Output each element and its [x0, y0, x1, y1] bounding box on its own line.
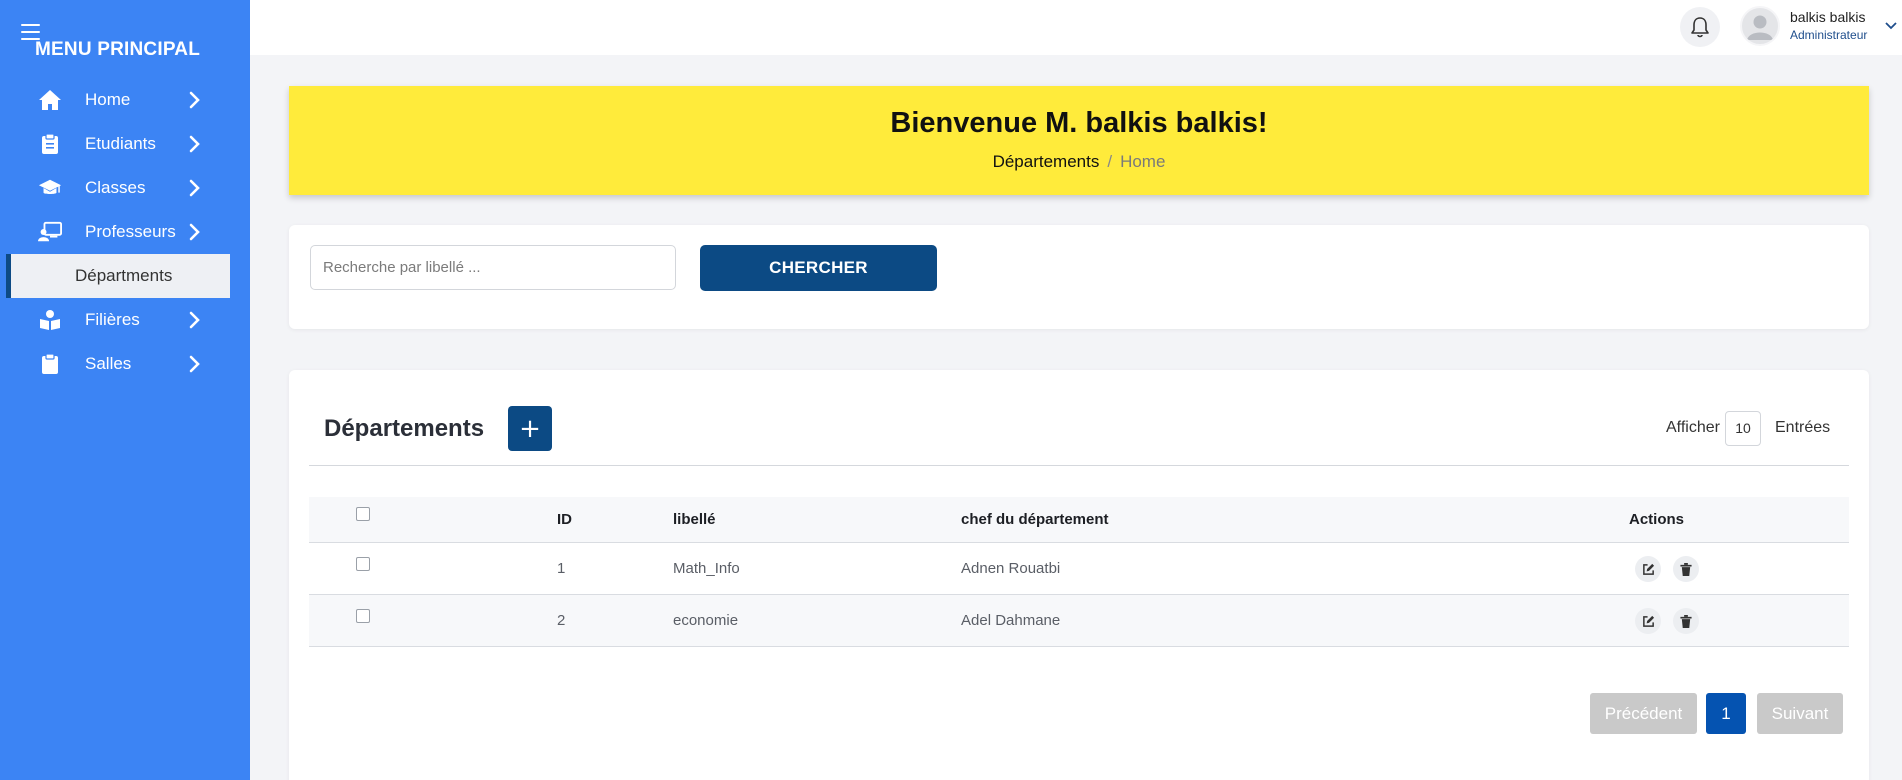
welcome-banner: Bienvenue M. balkis balkis! Départements… — [289, 86, 1869, 195]
departments-card: Départements + Afficher 10 Entrées ID li… — [289, 370, 1869, 780]
table-row: 2 economie Adel Dahmane — [309, 595, 1849, 647]
departments-table: ID libellé chef du département Actions 1… — [309, 497, 1849, 647]
delete-button[interactable] — [1673, 608, 1699, 634]
chevron-down-icon[interactable] — [1884, 20, 1898, 32]
cell-libelle: Math_Info — [673, 560, 740, 577]
user-name[interactable]: balkis balkis — [1790, 9, 1865, 25]
cell-chef: Adel Dahmane — [961, 612, 1061, 629]
sidebar-item-label: Classes — [85, 178, 146, 197]
column-header-chef: chef du département — [961, 511, 1109, 528]
table-header-row: ID libellé chef du département Actions — [309, 497, 1849, 543]
entries-label: Entrées — [1775, 419, 1831, 436]
sidebar-item-label: Etudiants — [85, 134, 156, 153]
cell-id: 1 — [557, 560, 566, 577]
sidebar-item-label: Filières — [85, 310, 140, 329]
column-header-actions: Actions — [1629, 511, 1685, 528]
sidebar: MENU PRINCIPAL Home Etudiants Classes Pr… — [0, 0, 250, 780]
reader-icon — [38, 308, 62, 332]
search-input[interactable] — [310, 245, 676, 290]
search-card: CHERCHER — [289, 225, 1869, 329]
teacher-icon — [38, 220, 62, 244]
sidebar-nav: Home Etudiants Classes Professeurs Dépar… — [0, 78, 250, 386]
breadcrumb-separator: / — [1107, 152, 1113, 171]
menu-title: MENU PRINCIPAL — [35, 39, 201, 60]
delete-button[interactable] — [1673, 556, 1699, 582]
sidebar-subitem-label: Départments — [75, 266, 173, 285]
sidebar-subitem-departments[interactable]: Départments — [6, 254, 230, 298]
user-role: Administrateur — [1790, 28, 1868, 42]
row-checkbox[interactable] — [356, 609, 370, 623]
column-header-libelle: libellé — [673, 511, 716, 528]
cell-id: 2 — [557, 612, 566, 629]
chevron-right-icon — [189, 91, 200, 109]
chevron-right-icon — [189, 135, 200, 153]
edit-button[interactable] — [1635, 556, 1661, 582]
edit-icon — [1642, 563, 1654, 575]
clipboard-icon — [38, 132, 62, 156]
table-row: 1 Math_Info Adnen Rouatbi — [309, 543, 1849, 595]
chevron-right-icon — [189, 355, 200, 373]
trash-icon — [1680, 562, 1692, 576]
sidebar-item-classes[interactable]: Classes — [0, 166, 250, 210]
section-title: Départements — [324, 415, 485, 442]
cell-libelle: economie — [673, 612, 739, 629]
edit-icon — [1642, 615, 1654, 627]
search-button[interactable]: CHERCHER — [700, 245, 937, 291]
page-title: Bienvenue M. balkis balkis! — [890, 107, 1268, 139]
sidebar-item-etudiants[interactable]: Etudiants — [0, 122, 250, 166]
cell-chef: Adnen Rouatbi — [961, 560, 1061, 577]
sidebar-item-salles[interactable]: Salles — [0, 342, 250, 386]
chevron-right-icon — [189, 311, 200, 329]
sidebar-item-filieres[interactable]: Filières — [0, 298, 250, 342]
breadcrumb: Départements / Home — [289, 152, 1869, 172]
graduation-cap-icon — [38, 176, 62, 200]
clipboard-icon — [38, 352, 62, 376]
divider — [309, 465, 1849, 466]
sidebar-item-home[interactable]: Home — [0, 78, 250, 122]
breadcrumb-current: Départements — [992, 152, 1100, 171]
add-department-button[interactable]: + — [508, 406, 552, 451]
trash-icon — [1680, 614, 1692, 628]
hamburger-menu-icon[interactable] — [21, 24, 40, 40]
notification-bell-icon[interactable] — [1680, 7, 1720, 47]
previous-page-button[interactable]: Précédent — [1590, 693, 1697, 734]
home-icon — [38, 88, 62, 112]
chevron-right-icon — [189, 223, 200, 241]
top-bar: balkis balkis Administrateur — [250, 0, 1902, 55]
avatar[interactable] — [1740, 6, 1780, 46]
select-all-checkbox[interactable] — [356, 507, 370, 521]
next-page-button[interactable]: Suivant — [1757, 693, 1843, 734]
breadcrumb-home[interactable]: Home — [1120, 152, 1165, 171]
edit-button[interactable] — [1635, 608, 1661, 634]
column-header-id: ID — [557, 511, 572, 528]
chevron-right-icon — [189, 179, 200, 197]
page-size-input[interactable]: 10 — [1725, 411, 1761, 446]
sidebar-item-label: Professeurs — [85, 222, 176, 241]
page-size-label: Afficher — [1666, 419, 1720, 436]
sidebar-item-label: Salles — [85, 354, 132, 373]
sidebar-item-professeurs[interactable]: Professeurs — [0, 210, 250, 254]
page-1-button[interactable]: 1 — [1706, 693, 1746, 734]
sidebar-item-label: Home — [85, 90, 131, 109]
row-checkbox[interactable] — [356, 557, 370, 571]
